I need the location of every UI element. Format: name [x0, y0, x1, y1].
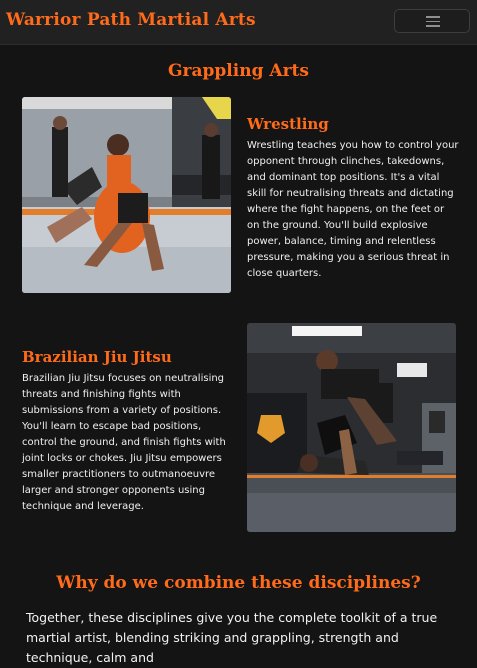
hamburger-menu-icon — [426, 16, 440, 27]
wrestling-photo — [22, 97, 231, 293]
bjj-description: Brazilian Jiu Jitsu focuses on neutralis… — [22, 373, 226, 512]
navbar-toggle-button[interactable] — [394, 9, 470, 33]
section-heading-combine: Why do we combine these disciplines? — [56, 573, 421, 593]
wrestling-description: Wrestling teaches you how to control you… — [247, 140, 459, 279]
navbar: Warrior Path Martial Arts — [0, 0, 477, 44]
brand-link[interactable]: Warrior Path Martial Arts — [6, 10, 256, 30]
bjj-photo — [247, 323, 456, 532]
wrestling-title: Wrestling — [247, 115, 329, 133]
combine-description: Together, these disciplines give you the… — [26, 610, 438, 665]
bjj-title: Brazilian Jiu Jitsu — [22, 348, 172, 366]
section-heading-grappling: Grappling Arts — [168, 61, 309, 81]
